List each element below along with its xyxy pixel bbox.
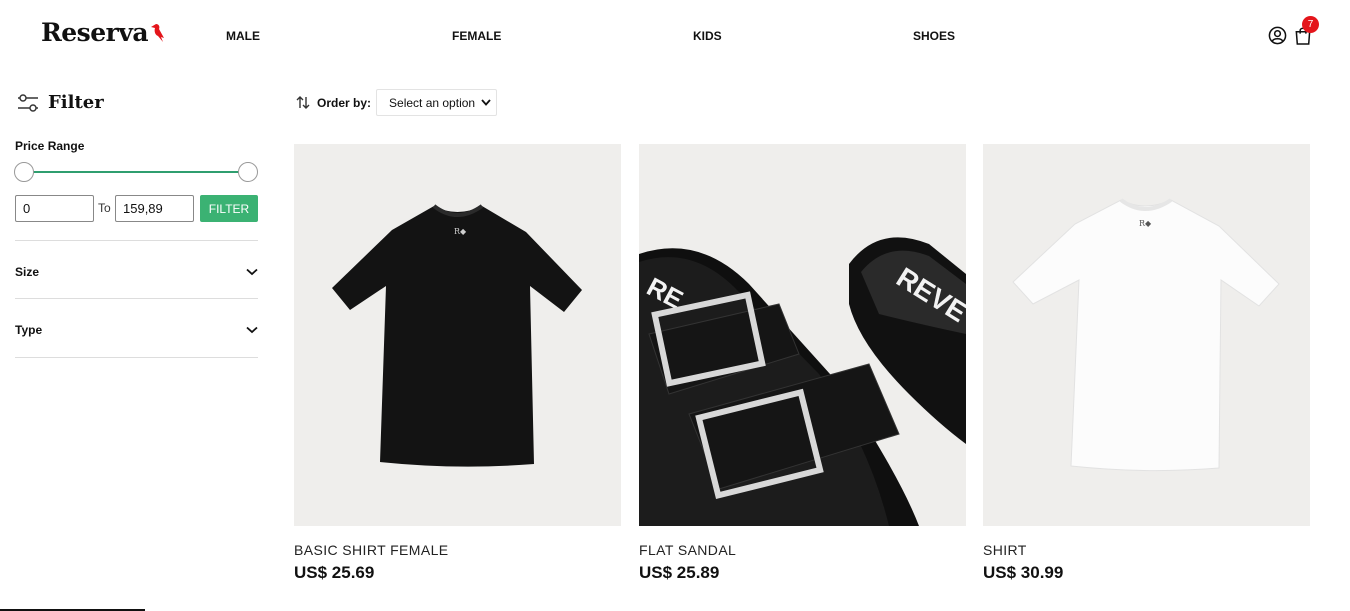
- type-accordion[interactable]: Type: [15, 320, 258, 340]
- product-card[interactable]: RE REVE FLAT SANDAL US$ 25.89: [639, 144, 966, 583]
- product-card[interactable]: R◆ BASIC SHIRT FEMALE US$ 25.69: [294, 144, 621, 583]
- type-accordion-label: Type: [15, 323, 43, 337]
- product-price: US$ 25.69: [294, 563, 375, 582]
- cart-count-badge: 7: [1302, 16, 1319, 33]
- order-by-bar: Order by: Select an option: [296, 89, 498, 116]
- nav-male[interactable]: MALE: [226, 29, 260, 43]
- nav-female[interactable]: FEMALE: [452, 29, 501, 43]
- filter-heading: Filter: [17, 92, 104, 113]
- order-by-selected-value: Select an option: [389, 95, 476, 110]
- product-name[interactable]: FLAT SANDAL: [639, 542, 966, 558]
- chevron-down-icon: [481, 99, 491, 106]
- pica-pau-bird-icon: [151, 23, 165, 42]
- sort-arrows-icon: [296, 96, 310, 109]
- price-range-label: Price Range: [15, 139, 85, 153]
- price-slider-min-handle[interactable]: [14, 162, 34, 182]
- price-slider-max-handle[interactable]: [238, 162, 258, 182]
- reserva-logo[interactable]: Reserva: [41, 18, 166, 47]
- filter-title: Filter: [48, 92, 104, 113]
- chevron-down-icon: [246, 268, 258, 276]
- product-price: US$ 30.99: [983, 563, 1064, 582]
- site-header: Reserva MALE FEMALE KIDS SHOES 7: [0, 0, 1350, 72]
- product-card[interactable]: R◆ SHIRT US$ 30.99: [983, 144, 1310, 583]
- product-image-black-tshirt[interactable]: R◆: [294, 144, 621, 526]
- product-name[interactable]: SHIRT: [983, 542, 1310, 558]
- nav-shoes[interactable]: SHOES: [913, 29, 955, 43]
- svg-text:R◆: R◆: [1139, 219, 1152, 228]
- black-tshirt-image: R◆: [332, 204, 582, 467]
- price-max-input[interactable]: [115, 195, 194, 222]
- filter-sliders-icon: [18, 93, 38, 112]
- logo-text: Reserva: [41, 18, 149, 47]
- nav-kids[interactable]: KIDS: [693, 29, 722, 43]
- price-min-input[interactable]: [15, 195, 94, 222]
- product-image-white-tshirt[interactable]: R◆: [983, 144, 1310, 526]
- white-tshirt-image: R◆: [1012, 198, 1280, 472]
- product-price: US$ 25.89: [639, 563, 720, 582]
- product-name[interactable]: BASIC SHIRT FEMALE: [294, 542, 621, 558]
- price-to-label: To: [98, 201, 111, 215]
- order-by-label: Order by:: [317, 95, 372, 110]
- order-by-select[interactable]: Select an option: [376, 89, 498, 116]
- flat-sandal-image: RE REVE: [639, 237, 966, 526]
- product-image-flat-sandal[interactable]: RE REVE: [639, 144, 966, 526]
- user-account-icon[interactable]: [1268, 26, 1287, 45]
- size-accordion-label: Size: [15, 265, 40, 279]
- divider: [15, 357, 258, 358]
- chevron-down-icon: [246, 326, 258, 334]
- divider: [15, 240, 258, 241]
- divider: [15, 298, 258, 299]
- apply-filter-button[interactable]: FILTER: [200, 195, 258, 222]
- price-slider-track[interactable]: [24, 171, 248, 173]
- size-accordion[interactable]: Size: [15, 262, 258, 282]
- svg-text:R◆: R◆: [454, 227, 467, 236]
